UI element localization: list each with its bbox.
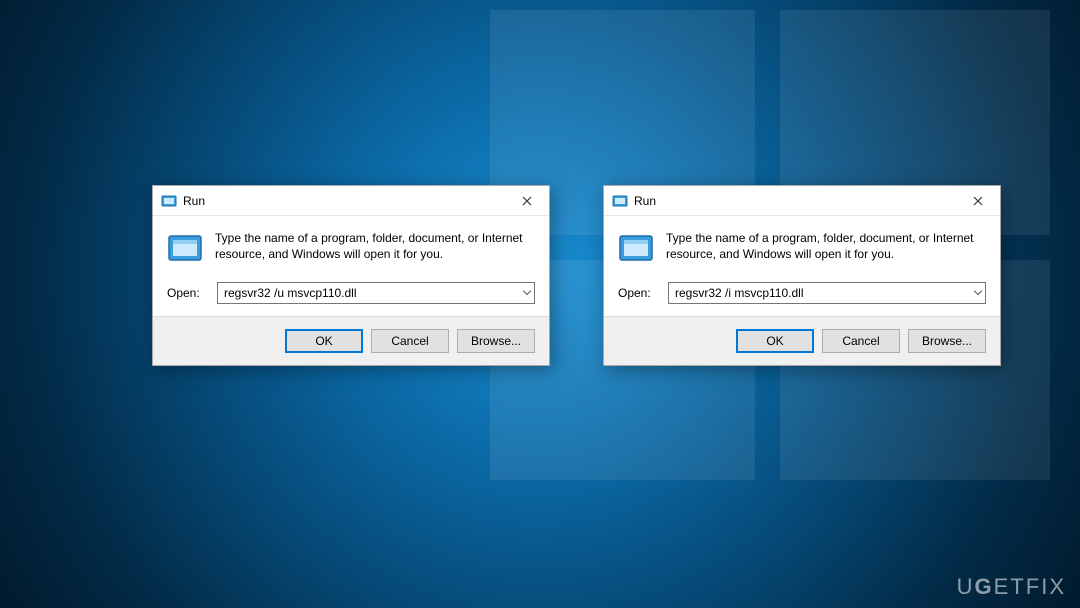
close-icon bbox=[973, 193, 983, 209]
browse-button[interactable]: Browse... bbox=[908, 329, 986, 353]
window-title: Run bbox=[634, 194, 955, 208]
browse-button[interactable]: Browse... bbox=[457, 329, 535, 353]
open-input[interactable] bbox=[217, 282, 535, 304]
cancel-button[interactable]: Cancel bbox=[371, 329, 449, 353]
dialog-button-row: OK Cancel Browse... bbox=[153, 316, 549, 365]
close-button[interactable] bbox=[504, 186, 549, 216]
close-button[interactable] bbox=[955, 186, 1000, 216]
watermark: UGETFIX bbox=[957, 574, 1066, 600]
run-icon bbox=[612, 193, 628, 209]
titlebar[interactable]: Run bbox=[604, 186, 1000, 216]
run-dialog-left: Run Type the name of a program, folder, … bbox=[152, 185, 550, 366]
titlebar[interactable]: Run bbox=[153, 186, 549, 216]
dialog-button-row: OK Cancel Browse... bbox=[604, 316, 1000, 365]
run-icon bbox=[161, 193, 177, 209]
cancel-button[interactable]: Cancel bbox=[822, 329, 900, 353]
run-large-icon bbox=[618, 230, 654, 266]
close-icon bbox=[522, 193, 532, 209]
run-dialog-right: Run Type the name of a program, folder, … bbox=[603, 185, 1001, 366]
run-large-icon bbox=[167, 230, 203, 266]
ok-button[interactable]: OK bbox=[736, 329, 814, 353]
open-combobox[interactable] bbox=[217, 282, 535, 304]
window-title: Run bbox=[183, 194, 504, 208]
open-combobox[interactable] bbox=[668, 282, 986, 304]
open-input[interactable] bbox=[668, 282, 986, 304]
ok-button[interactable]: OK bbox=[285, 329, 363, 353]
run-description: Type the name of a program, folder, docu… bbox=[215, 230, 525, 266]
open-label: Open: bbox=[618, 286, 658, 300]
run-description: Type the name of a program, folder, docu… bbox=[666, 230, 976, 266]
open-label: Open: bbox=[167, 286, 207, 300]
